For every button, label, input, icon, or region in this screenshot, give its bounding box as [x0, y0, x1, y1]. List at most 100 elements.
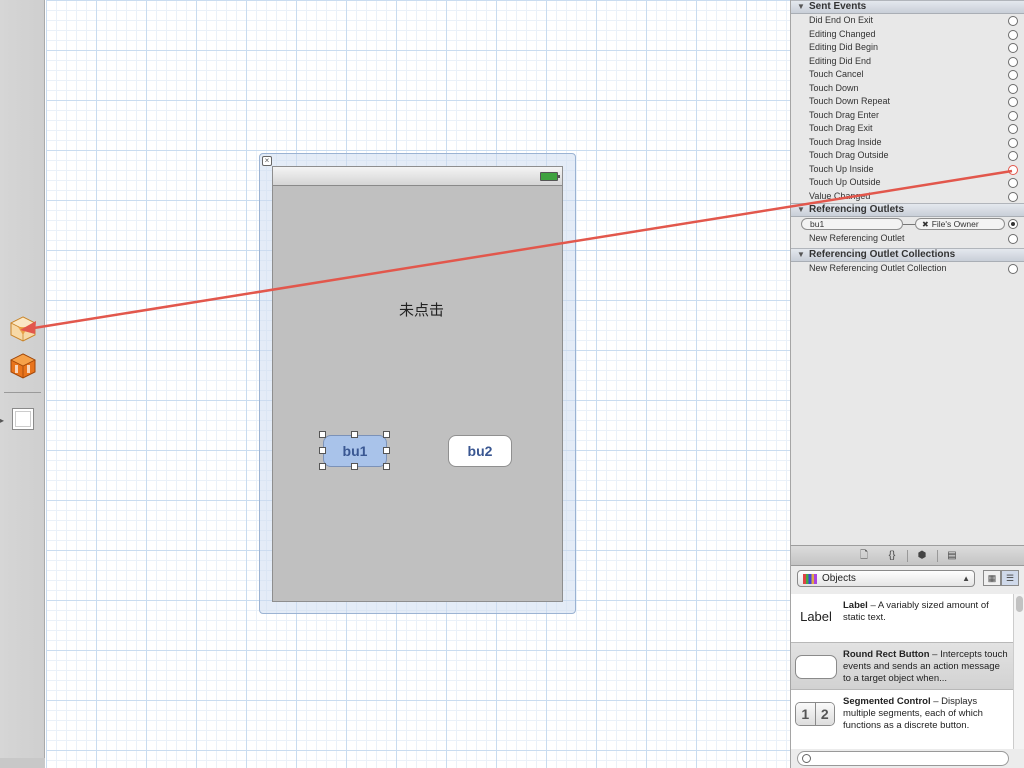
item-name: Label — [843, 600, 868, 611]
library-list[interactable]: Label Label – A variably sized amount of… — [791, 594, 1013, 749]
sent-event-row: Value Changed — [791, 190, 1024, 204]
sent-event-row: Touch Up Outside — [791, 176, 1024, 190]
media-library-icon[interactable]: ▤ — [945, 549, 959, 563]
sent-event-row: Touch Down Repeat — [791, 95, 1024, 109]
new-outlet-collection-row: New Referencing Outlet Collection — [791, 262, 1024, 276]
resize-handle[interactable] — [319, 447, 326, 454]
item-name: Round Rect Button — [843, 649, 930, 660]
event-label: Touch Drag Inside — [809, 136, 882, 147]
event-label: Touch Down Repeat — [809, 96, 891, 106]
library-tabs: 🗋 {} ⬢ ▤ — [791, 546, 1024, 566]
remove-connection-icon[interactable]: ✖ — [922, 220, 929, 229]
event-label: Touch Down — [809, 82, 859, 93]
new-referencing-outlet-row: New Referencing Outlet — [791, 232, 1024, 246]
outlet-link-line — [903, 224, 915, 225]
resize-handle[interactable] — [383, 447, 390, 454]
library-filter-field[interactable] — [797, 751, 1009, 766]
event-label: Touch Drag Exit — [809, 123, 873, 133]
event-label: Touch Up Inside — [809, 163, 874, 174]
library-item-segmented-control[interactable]: 1 2 Segmented Control – Displays multipl… — [791, 690, 1013, 738]
referencing-outlets-header[interactable]: ▼ Referencing Outlets — [791, 203, 1024, 217]
connection-circle-icon[interactable] — [1008, 43, 1018, 53]
connection-circle-icon[interactable] — [1008, 83, 1018, 94]
section-title: Sent Events — [809, 1, 867, 12]
outlet-connected-circle-icon[interactable] — [1008, 219, 1018, 229]
connection-circle-icon[interactable] — [1008, 178, 1018, 188]
outlet-collections-header[interactable]: ▼ Referencing Outlet Collections — [791, 247, 1024, 262]
tab-separator — [907, 550, 908, 562]
scrollbar-knob[interactable] — [1016, 596, 1023, 612]
connection-circle-icon[interactable] — [1008, 110, 1018, 121]
outlet-name-pill[interactable]: bu1 — [801, 218, 903, 230]
sent-event-row: Did End On Exit — [791, 14, 1024, 28]
sent-events-header[interactable]: ▼ Sent Events — [791, 0, 1024, 14]
resize-handle[interactable] — [351, 431, 358, 438]
close-icon[interactable]: × — [262, 156, 272, 166]
section-title: Referencing Outlet Collections — [809, 248, 956, 260]
event-label: Touch Drag Enter — [809, 109, 880, 120]
resize-handle[interactable] — [383, 463, 390, 470]
disclosure-triangle-icon: ▼ — [797, 2, 805, 11]
connection-circle-icon[interactable] — [1008, 124, 1018, 134]
files-owner-icon[interactable] — [10, 353, 36, 379]
library-item-round-rect-button[interactable]: Round Rect Button – Intercepts touch eve… — [791, 642, 1013, 690]
connection-circle-icon[interactable] — [1008, 97, 1018, 107]
view-object-icon[interactable] — [12, 408, 34, 430]
filter-icon — [802, 754, 811, 763]
connection-circle-icon[interactable] — [1008, 234, 1018, 244]
resize-handle[interactable] — [383, 431, 390, 438]
segmented-control-thumbnail: 1 2 — [795, 702, 835, 726]
grid-view-icon[interactable]: ▦ — [983, 570, 1001, 586]
sent-event-row: Editing Changed — [791, 28, 1024, 42]
event-label: Editing Changed — [809, 28, 876, 39]
dock-separator — [4, 392, 41, 393]
connection-circle-icon[interactable] — [1008, 191, 1018, 202]
status-bar — [273, 167, 562, 186]
connections-inspector: ▼ Sent Events Did End On Exit Editing Chan… — [790, 0, 1024, 545]
sent-event-row: Editing Did Begin — [791, 41, 1024, 55]
objects-library-icon — [803, 574, 817, 584]
battery-icon — [540, 172, 560, 181]
dock-bottom-bar — [0, 758, 45, 768]
connection-circle-icon[interactable] — [1008, 56, 1018, 67]
outlet-target-pill[interactable]: ✖ File's Owner — [915, 218, 1005, 230]
disclosure-arrow-icon[interactable]: ▸ — [0, 416, 4, 425]
object-library: 🗋 {} ⬢ ▤ Objects ▲ ▦ ☰ Label Label – A v… — [790, 545, 1024, 768]
sent-event-row: Touch Cancel — [791, 68, 1024, 82]
item-name: Segmented Control — [843, 696, 931, 707]
event-label: Editing Did Begin — [809, 42, 879, 52]
connection-circle-icon[interactable] — [1008, 137, 1018, 148]
status-label[interactable]: 未点击 — [273, 299, 570, 320]
label-thumbnail: Label — [800, 609, 832, 624]
sent-event-row: Touch Drag Inside — [791, 136, 1024, 150]
first-responder-icon[interactable] — [10, 316, 36, 342]
list-view-icon[interactable]: ☰ — [1001, 570, 1019, 586]
event-label: Editing Did End — [809, 55, 872, 66]
connection-circle-icon[interactable] — [1008, 164, 1018, 175]
resize-handle[interactable] — [319, 463, 326, 470]
connection-circle-icon[interactable] — [1008, 151, 1018, 161]
library-category-select[interactable]: Objects ▲ — [797, 570, 975, 587]
row-label: New Referencing Outlet — [809, 233, 905, 243]
event-label: Touch Up Outside — [809, 177, 881, 187]
library-scrollbar[interactable] — [1013, 594, 1024, 749]
button-bu2[interactable]: bu2 — [448, 435, 512, 467]
resize-handle[interactable] — [351, 463, 358, 470]
row-label: New Referencing Outlet Collection — [809, 262, 947, 273]
ios-view[interactable]: 未点击 bu1 bu2 — [272, 166, 563, 602]
disclosure-triangle-icon: ▼ — [797, 249, 805, 259]
sent-event-row: Touch Down — [791, 82, 1024, 96]
connection-circle-icon[interactable] — [1008, 263, 1018, 274]
connection-circle-icon[interactable] — [1008, 70, 1018, 80]
resize-handle[interactable] — [319, 431, 326, 438]
event-label: Touch Cancel — [809, 69, 864, 79]
round-rect-button-thumbnail — [795, 655, 837, 679]
file-template-icon[interactable]: 🗋 — [857, 549, 871, 563]
sent-event-row: Touch Drag Outside — [791, 149, 1024, 163]
object-library-icon[interactable]: ⬢ — [915, 549, 929, 563]
library-item-label[interactable]: Label Label – A variably sized amount of… — [791, 594, 1013, 642]
connection-circle-icon[interactable] — [1008, 29, 1018, 40]
connection-circle-icon[interactable] — [1008, 16, 1018, 26]
sent-event-row: Touch Drag Exit — [791, 122, 1024, 136]
code-snippet-icon[interactable]: {} — [885, 549, 899, 563]
